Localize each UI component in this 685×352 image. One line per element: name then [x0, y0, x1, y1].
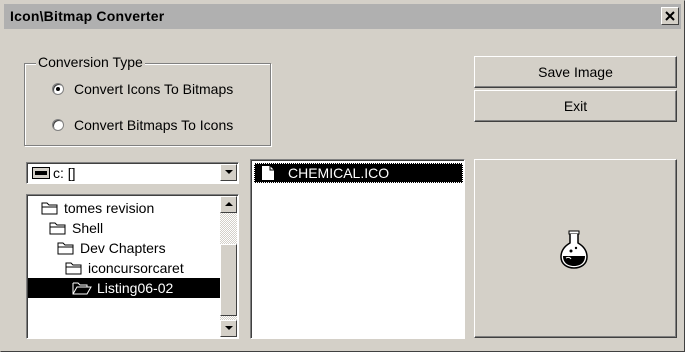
file-label: CHEMICAL.ICO [288, 165, 390, 181]
scroll-down-button[interactable] [220, 320, 237, 337]
folder-label: Shell [72, 220, 104, 236]
close-button[interactable] [661, 7, 679, 25]
folder-item-tomes-revision[interactable]: tomes revision [41, 198, 154, 218]
scroll-up-button[interactable] [220, 196, 237, 213]
folder-closed-icon [57, 241, 75, 255]
folder-item-listing06-02[interactable]: Listing06-02 [28, 278, 220, 298]
scroll-thumb[interactable] [220, 244, 237, 316]
drive-icon [32, 167, 50, 179]
arrow-up-icon [224, 202, 233, 206]
folder-closed-icon [65, 261, 83, 275]
folder-list-scrollbar[interactable] [220, 196, 237, 337]
radio-bitmaps-to-icons[interactable]: Convert Bitmaps To Icons [52, 117, 233, 133]
folder-item-shell[interactable]: Shell [49, 218, 103, 238]
image-preview-panel [474, 159, 677, 338]
close-icon [665, 11, 675, 21]
radio-button-checked[interactable] [52, 83, 64, 95]
flask-icon [560, 230, 588, 269]
chevron-down-icon [224, 170, 233, 174]
drive-dropdown-button[interactable] [220, 164, 237, 181]
radio-button-unchecked[interactable] [52, 119, 64, 131]
file-icon [262, 166, 274, 180]
folder-list[interactable]: tomes revision Shell Dev Chapters iconcu… [26, 194, 239, 339]
folder-closed-icon [41, 201, 59, 215]
folder-label: Listing06-02 [97, 280, 174, 296]
radio-label-bitmaps-to-icons: Convert Bitmaps To Icons [74, 117, 234, 133]
window-title: Icon\Bitmap Converter [10, 8, 165, 24]
folder-open-icon [72, 281, 92, 295]
conversion-type-label: Conversion Type [36, 54, 145, 70]
radio-label-icons-to-bitmaps: Convert Icons To Bitmaps [74, 81, 234, 97]
exit-button[interactable]: Exit [474, 90, 677, 122]
folder-label: Dev Chapters [80, 240, 166, 256]
drive-value: c: [] [53, 165, 76, 181]
arrow-down-icon [224, 326, 233, 330]
converter-window: Icon\Bitmap Converter Conversion Type Co… [0, 0, 685, 352]
drive-combobox[interactable]: c: [] [26, 162, 239, 184]
save-image-button[interactable]: Save Image [474, 56, 677, 88]
conversion-type-group [24, 63, 271, 146]
folder-label: iconcursorcaret [88, 260, 184, 276]
file-item-chemical-ico[interactable]: CHEMICAL.ICO [254, 163, 463, 183]
folder-item-dev-chapters[interactable]: Dev Chapters [57, 238, 166, 258]
folder-label: tomes revision [64, 200, 155, 216]
file-list[interactable]: CHEMICAL.ICO [250, 159, 465, 339]
title-bar[interactable]: Icon\Bitmap Converter [4, 4, 681, 29]
radio-icons-to-bitmaps[interactable]: Convert Icons To Bitmaps [52, 81, 233, 97]
folder-item-iconcursorcaret[interactable]: iconcursorcaret [65, 258, 184, 278]
folder-closed-icon [49, 221, 67, 235]
